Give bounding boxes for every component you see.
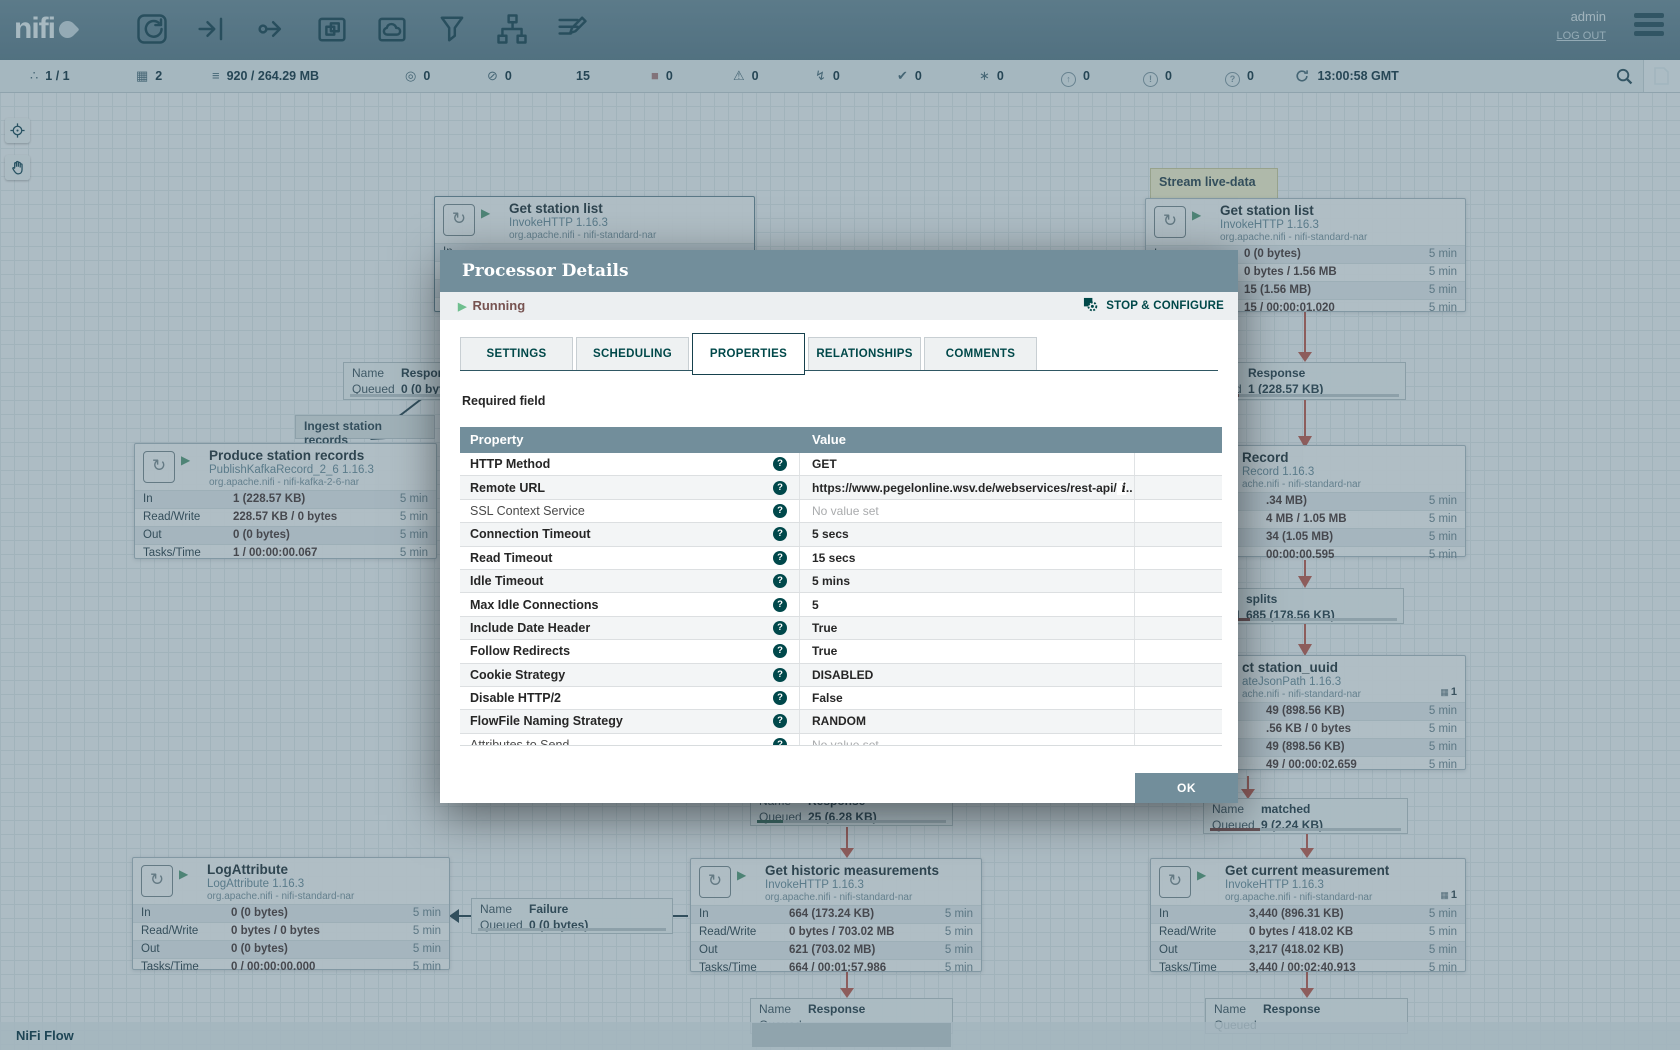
property-row: Remote URL? https://www.pegelonline.wsv.… [460,476,1222,499]
property-row: HTTP Method? GET [460,453,1222,476]
property-column-header: Property [460,427,800,453]
property-row: Disable HTTP/2? False [460,687,1222,710]
ok-button[interactable]: OK [1135,773,1238,803]
help-icon[interactable]: ? [773,504,787,518]
property-row: SSL Context Service? No value set [460,500,1222,523]
tab-settings[interactable]: SETTINGS [460,337,573,370]
tab-scheduling[interactable]: SCHEDULING [576,337,689,370]
property-row: FlowFile Naming Strategy? RANDOM [460,710,1222,733]
property-row: Cookie Strategy? DISABLED [460,664,1222,687]
help-icon[interactable]: ? [773,621,787,635]
help-icon[interactable]: ? [773,644,787,658]
help-icon[interactable]: ? [773,574,787,588]
property-row: Idle Timeout? 5 mins [460,570,1222,593]
help-icon[interactable]: ? [773,668,787,682]
help-icon[interactable]: ? [773,551,787,565]
property-row: Read Timeout? 15 secs [460,547,1222,570]
property-row: Connection Timeout? 5 secs [460,523,1222,546]
tab-comments[interactable]: COMMENTS [924,337,1037,370]
nifi-application: Stream live-data Ingest station records … [0,0,1680,1050]
processor-details-dialog: Processor Details ▶Running STOP & CONFIG… [440,250,1238,803]
help-icon[interactable]: ? [773,691,787,705]
running-icon: ▶ [458,301,466,313]
property-row: Max Idle Connections? 5 [460,593,1222,616]
value-column-header: Value [800,427,1135,453]
help-icon[interactable]: ? [773,457,787,471]
dialog-tabs: SETTINGS SCHEDULING PROPERTIES RELATIONS… [460,332,1218,371]
stop-and-configure-button[interactable]: STOP & CONFIGURE [1083,292,1224,320]
dialog-status-strip: ▶Running STOP & CONFIGURE [440,292,1238,320]
properties-table: Property Value HTTP Method? GET Remote U… [460,427,1222,746]
help-icon[interactable]: ? [773,527,787,541]
properties-table-header: Property Value [460,427,1222,453]
help-icon[interactable]: ? [773,598,787,612]
run-status: ▶Running [458,292,525,321]
required-field-note: Required field [462,394,545,408]
properties-table-body: HTTP Method? GET Remote URL? https://www… [460,453,1222,746]
property-row: Include Date Header? True [460,617,1222,640]
info-icon[interactable]: i [1117,481,1126,495]
help-icon[interactable]: ? [773,714,787,728]
tab-relationships[interactable]: RELATIONSHIPS [808,337,921,370]
dialog-title: Processor Details [440,250,1238,292]
property-row: Attributes to Send? No value set [460,734,1222,746]
help-icon[interactable]: ? [773,738,787,746]
help-icon[interactable]: ? [773,481,787,495]
gear-icon [1083,297,1098,312]
property-row: Follow Redirects? True [460,640,1222,663]
tab-properties[interactable]: PROPERTIES [692,333,805,375]
